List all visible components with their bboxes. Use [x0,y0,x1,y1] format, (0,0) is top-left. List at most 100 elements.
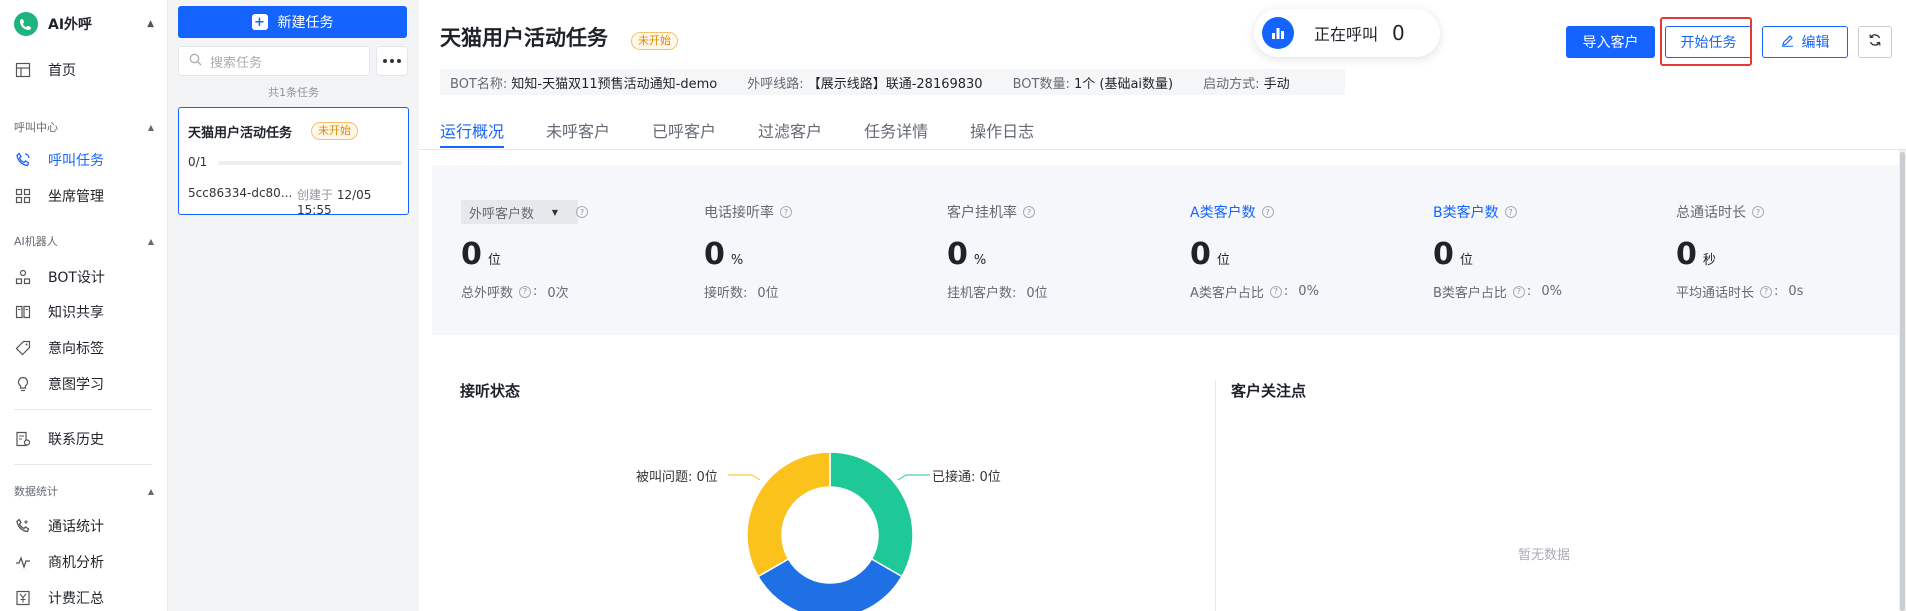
meta-key: BOT数量: [1012,76,1070,92]
tab-uncalled[interactable]: 未呼客户 [546,118,610,150]
stat-unit: % [730,253,744,268]
stat-hangup-rate: 客户挂机率? 0% 挂机客户数: 0位 [947,200,1048,301]
tab-log[interactable]: 操作日志 [970,118,1034,150]
stat-value: 0位 [461,237,578,273]
scrollbar-thumb[interactable] [1900,152,1905,611]
stat-number: 0 [1190,237,1211,272]
sidebar-item-knowledge[interactable]: 知识共享 [14,299,154,325]
stat-value: 0位 [1190,237,1319,273]
sidebar-item-contact-history[interactable]: 联系历史 [14,426,154,452]
brand[interactable]: AI外呼 ▲ [14,12,154,36]
stat-label[interactable]: A类客户数 [1190,202,1256,222]
highlight-box [1660,17,1752,66]
meta-line: 外呼线路: 【展示线路】联通-28169830 [747,73,982,92]
stat-b-customers: B类客户数? 0位 B类客户占比?:0% [1433,200,1562,301]
lightbulb-icon [14,375,32,393]
sidebar-divider [14,409,152,410]
sidebar-item-seat-mgmt[interactable]: 坐席管理 [14,183,154,209]
book-icon [14,303,32,321]
search-input[interactable]: 搜索任务 [178,46,370,76]
history-doc-icon [14,430,32,448]
collapse-caret-icon[interactable]: ▲ [148,123,154,132]
sidebar-item-label: 计费汇总 [48,591,104,607]
stat-number: 0 [1433,237,1454,272]
stat-sub: 挂机客户数: 0位 [947,282,1048,301]
stat-label-row: 总通话时长? [1676,200,1803,224]
sidebar-item-home[interactable]: 首页 [14,57,154,83]
meta-value: 手动 [1263,76,1290,92]
tab-called[interactable]: 已呼客户 [652,118,716,150]
meta-bot-count: BOT数量: 1个 (基础ai数量) [1013,73,1174,92]
stat-value: 0% [947,237,1048,273]
stat-label-row: A类客户数? [1190,200,1319,224]
refresh-button[interactable] [1858,26,1892,58]
tabs-divider [419,149,1906,150]
help-icon[interactable]: ? [1760,285,1773,298]
more-options-button[interactable] [376,46,408,76]
help-icon[interactable]: ? [576,206,588,218]
donut-segment-callee-issue[interactable] [746,451,831,578]
dropdown-caret-icon: ▼ [551,207,558,217]
task-count: 共1条任务 [268,86,319,99]
stat-sub-value: 0% [1298,284,1319,299]
bar-chart-icon [1262,17,1294,49]
help-icon[interactable]: ? [519,285,532,298]
brand-caret-icon[interactable]: ▲ [147,19,154,29]
nav-group-label: 数据统计 [14,485,58,498]
sidebar-item-call-task[interactable]: 呼叫任务 [14,147,154,173]
sidebar-item-label: 知识共享 [48,305,104,321]
status-badge: 未开始 [631,32,678,50]
leader-line-callee-issue [728,474,761,481]
sidebar-item-opportunity[interactable]: 商机分析 [14,549,154,575]
stat-unit: % [973,253,987,268]
calling-indicator[interactable]: 正在呼叫 0 [1254,9,1440,57]
stat-answer-rate: 电话接听率? 0% 接听数: 0位 [704,200,792,301]
empty-state: 暂无数据 [1518,548,1571,563]
sidebar-item-intent-tags[interactable]: 意向标签 [14,335,154,361]
import-customers-button[interactable]: 导入客户 [1566,26,1655,58]
help-icon[interactable]: ? [1023,206,1035,218]
tab-details[interactable]: 任务详情 [864,118,928,150]
nav-group-ai-robot[interactable]: AI机器人 ▲ [14,232,154,250]
stat-number: 0 [461,237,482,272]
help-icon[interactable]: ? [1261,206,1274,218]
new-task-button[interactable]: + 新建任务 [178,6,407,38]
sidebar-item-intent-learning[interactable]: 意图学习 [14,371,154,397]
stat-unit: 秒 [1702,253,1716,268]
task-id: 5cc86334-dc80... [188,186,293,200]
calling-label: 正在呼叫 [1314,25,1379,44]
nav-group-call-center[interactable]: 呼叫中心 ▲ [14,118,154,136]
help-icon[interactable]: ? [780,206,792,218]
tab-overview[interactable]: 运行概况 [440,118,505,150]
donut-segment-connected[interactable] [829,451,914,578]
help-icon[interactable]: ? [1512,285,1525,298]
stat-metric-select[interactable]: 外呼客户数 ▼ ? [461,200,588,224]
answer-status-title: 接听状态 [460,382,521,400]
nav-group-data-stats[interactable]: 数据统计 ▲ [14,482,154,500]
tab-filtered[interactable]: 过滤客户 [758,118,822,150]
task-card[interactable]: 天猫用户活动任务 未开始 0/1 5cc86334-dc80... 创建于 12… [178,107,409,217]
donut-segment-other[interactable] [757,557,903,611]
stat-sub-value: 0s [1788,284,1804,299]
stat-sub-label: 接听数: [704,286,748,301]
page-title: 天猫用户活动任务 [440,26,608,50]
edit-button[interactable]: 编辑 [1762,26,1848,58]
chart-label-connected: 已接通: 0位 [932,470,1001,485]
sidebar-item-bot-design[interactable]: BOT设计 [14,264,154,290]
meta-value: 【展示线路】联通-28169830 [807,76,983,92]
stat-sub: 平均通话时长?:0s [1676,284,1804,301]
stat-outbound-customers: 外呼客户数 ▼ ? 0位 总外呼数?:0次 [461,200,588,301]
stat-label-row: 电话接听率? [704,200,792,224]
task-meta-bar: BOT名称: 知知-天猫双11预售活动通知-demo 外呼线路: 【展示线路】联… [440,69,1345,95]
help-icon[interactable]: ? [1752,206,1764,218]
stat-sub: A类客户占比?:0% [1190,284,1319,301]
sidebar-item-billing[interactable]: 计费汇总 [14,585,154,611]
help-icon[interactable]: ? [1504,206,1517,218]
collapse-caret-icon[interactable]: ▲ [148,237,154,246]
stat-label[interactable]: B类客户数 [1433,202,1499,222]
help-icon[interactable]: ? [1269,285,1282,298]
sidebar-item-call-stats[interactable]: 通话统计 [14,513,154,539]
status-badge: 未开始 [311,122,358,140]
customer-focus-title: 客户关注点 [1231,382,1307,400]
collapse-caret-icon[interactable]: ▲ [148,487,154,496]
